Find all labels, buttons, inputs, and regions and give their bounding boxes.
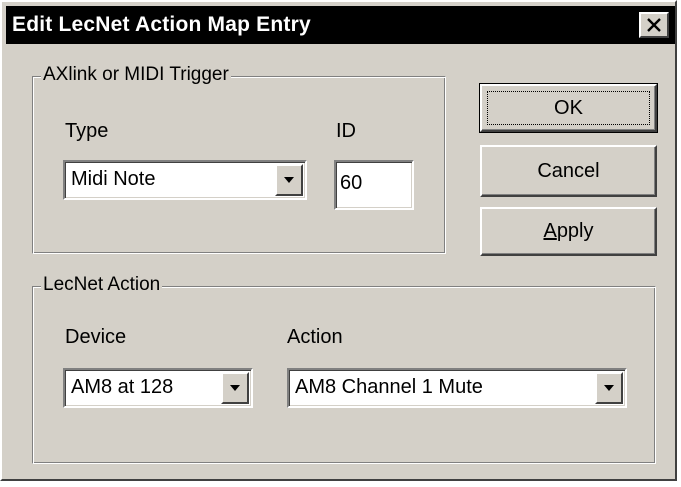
- chevron-down-icon: [230, 385, 240, 391]
- apply-accelerator: A: [543, 220, 557, 242]
- close-button[interactable]: [639, 12, 669, 38]
- chevron-down-icon: [284, 177, 294, 183]
- id-label: ID: [336, 120, 356, 142]
- cancel-button-label: Cancel: [537, 159, 600, 182]
- apply-button-label: Apply: [543, 220, 593, 243]
- action-dropdown[interactable]: AM8 Channel 1 Mute: [287, 368, 627, 408]
- action-dropdown-button[interactable]: [595, 372, 623, 404]
- window-title: Edit LecNet Action Map Entry: [12, 13, 311, 36]
- device-dropdown[interactable]: AM8 at 128: [63, 368, 253, 408]
- device-dropdown-value: AM8 at 128: [71, 376, 174, 398]
- action-dropdown-value: AM8 Channel 1 Mute: [295, 376, 483, 398]
- dialog-window: Edit LecNet Action Map Entry AXlink or M…: [0, 0, 677, 481]
- title-bar[interactable]: Edit LecNet Action Map Entry: [6, 6, 675, 44]
- apply-label-rest: pply: [556, 220, 594, 242]
- apply-button[interactable]: Apply: [480, 207, 657, 256]
- type-dropdown-value: Midi Note: [71, 168, 156, 190]
- ok-focus-rect: [487, 91, 650, 125]
- trigger-group-title: AXlink or MIDI Trigger: [41, 64, 231, 86]
- device-dropdown-button[interactable]: [221, 372, 249, 404]
- chevron-down-icon: [604, 385, 614, 391]
- id-input[interactable]: 60: [334, 160, 414, 210]
- ok-button[interactable]: OK: [479, 83, 658, 133]
- close-icon: [647, 18, 661, 32]
- cancel-button[interactable]: Cancel: [480, 145, 657, 197]
- action-label: Action: [287, 326, 343, 348]
- device-label: Device: [65, 326, 127, 348]
- action-group-title: LecNet Action: [41, 274, 163, 296]
- type-dropdown[interactable]: Midi Note: [63, 160, 307, 200]
- id-input-value: 60: [340, 172, 363, 194]
- type-label: Type: [65, 120, 109, 142]
- type-dropdown-button[interactable]: [275, 164, 303, 196]
